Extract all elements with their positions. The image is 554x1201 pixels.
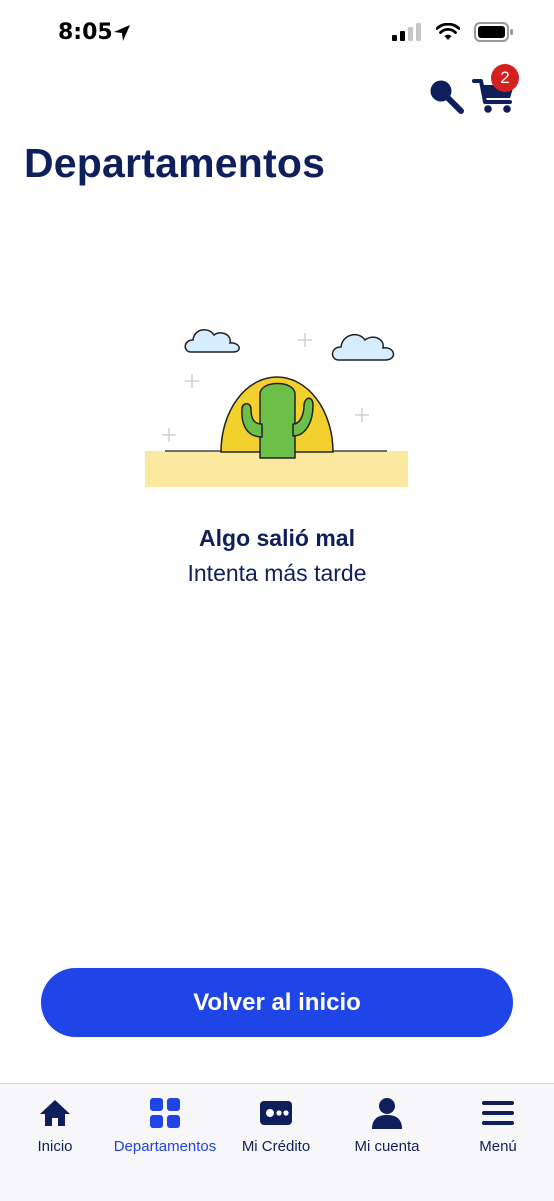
tab-mi-cuenta[interactable]: Mi cuenta bbox=[332, 1084, 442, 1174]
search-icon bbox=[430, 80, 464, 114]
battery-icon bbox=[474, 22, 513, 42]
cart-badge: 2 bbox=[491, 64, 519, 92]
tab-label: Mi Crédito bbox=[241, 1138, 311, 1155]
error-title: Algo salió mal bbox=[199, 525, 355, 551]
error-subtitle: Intenta más tarde bbox=[187, 560, 367, 586]
back-home-button[interactable]: Volver al inicio bbox=[41, 968, 513, 1037]
signal-icon bbox=[392, 23, 421, 41]
tab-label: Menú bbox=[479, 1138, 517, 1155]
tab-inicio[interactable]: Inicio bbox=[0, 1084, 110, 1174]
tab-mi-credito[interactable]: Mi Crédito bbox=[221, 1084, 331, 1174]
status-icons bbox=[392, 22, 514, 42]
cloud-left bbox=[184, 328, 240, 353]
user-icon bbox=[372, 1098, 402, 1129]
credit-card-icon bbox=[260, 1101, 292, 1125]
bottom-tab-bar: Inicio Departamentos Mi Crédito Mi cuent… bbox=[0, 1083, 554, 1201]
tab-menu[interactable]: Menú bbox=[443, 1084, 553, 1174]
home-icon bbox=[40, 1100, 70, 1126]
error-illustration bbox=[145, 328, 408, 487]
cloud-right bbox=[331, 333, 395, 361]
tab-departamentos[interactable]: Departamentos bbox=[110, 1084, 220, 1174]
status-bar: 8:05 bbox=[0, 0, 554, 66]
tab-label: Mi cuenta bbox=[354, 1138, 420, 1155]
menu-icon bbox=[482, 1101, 514, 1125]
page-title: Departamentos bbox=[24, 140, 326, 186]
status-time: 8:05 bbox=[58, 20, 113, 45]
search-button[interactable] bbox=[426, 76, 466, 116]
tab-label: Departamentos bbox=[113, 1138, 217, 1155]
header-actions: 2 bbox=[424, 64, 534, 116]
grid-icon bbox=[150, 1098, 180, 1128]
wifi-icon bbox=[436, 23, 460, 40]
tab-label: Inicio bbox=[37, 1138, 73, 1155]
location-arrow-icon bbox=[114, 25, 130, 41]
